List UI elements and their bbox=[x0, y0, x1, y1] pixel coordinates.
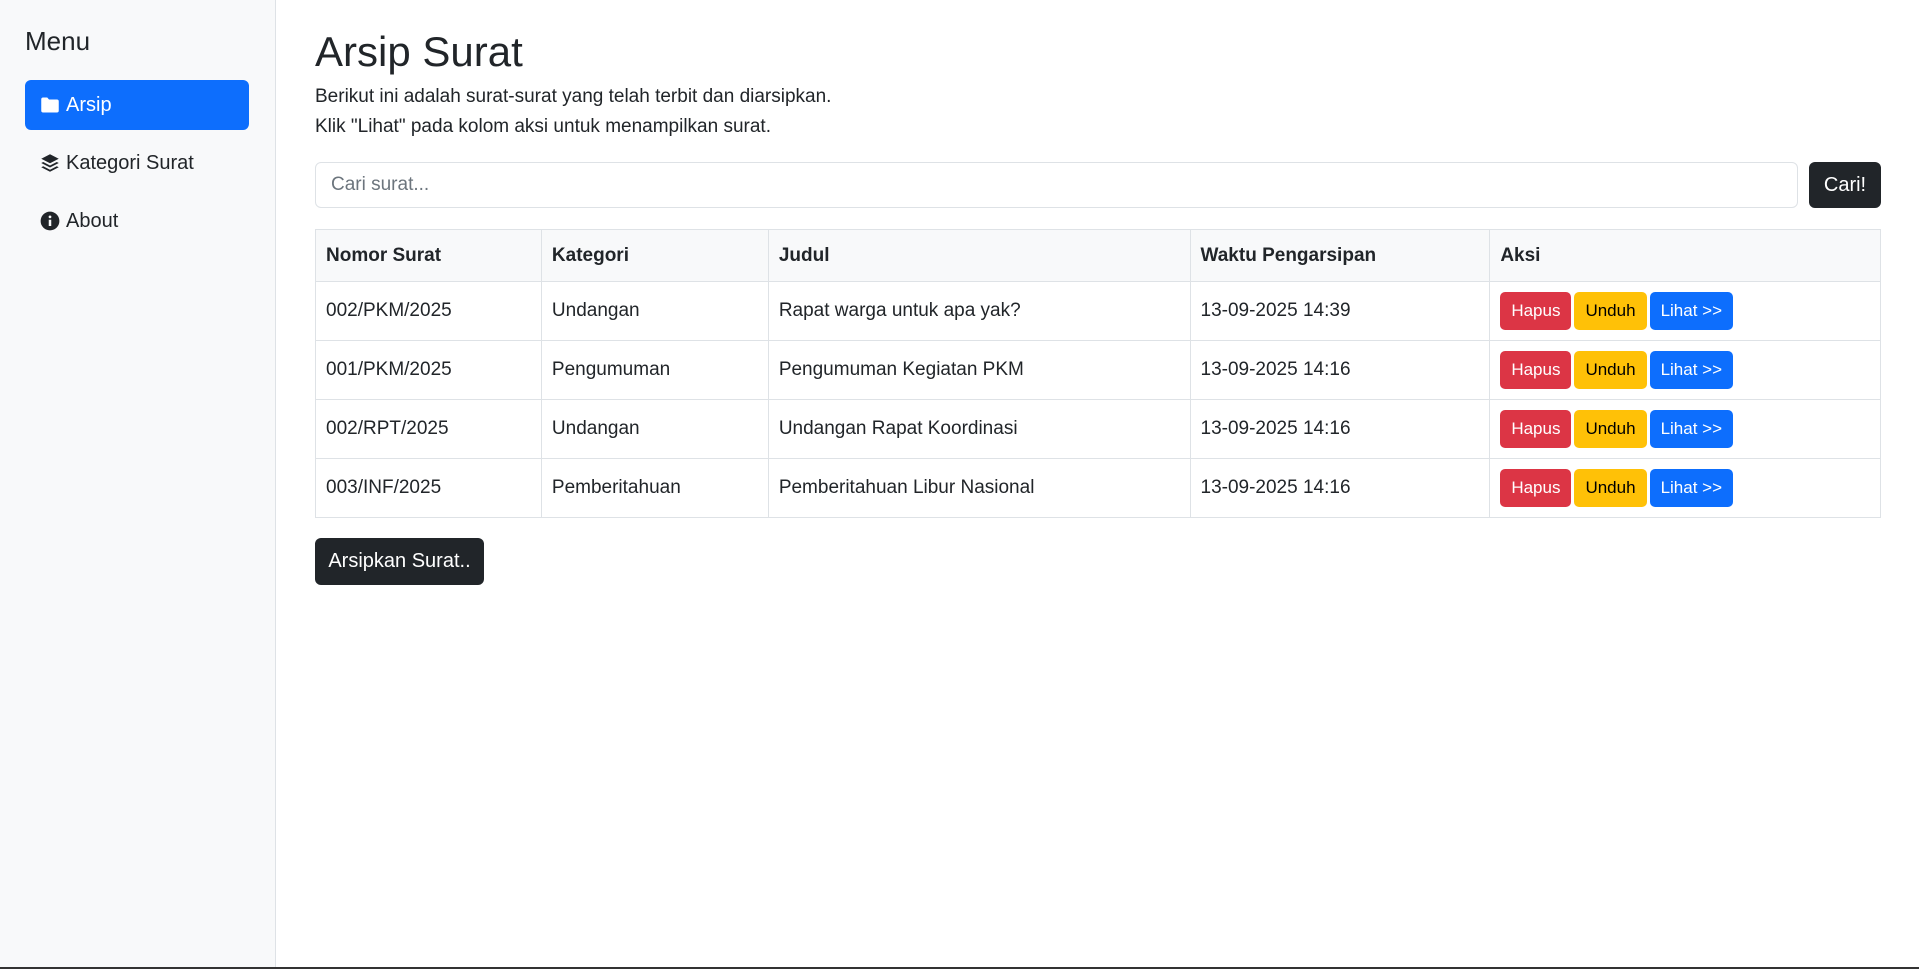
sidebar-item-kategori-surat[interactable]: Kategori Surat bbox=[25, 138, 249, 188]
cell-kategori: Undangan bbox=[540, 399, 769, 459]
layers-icon bbox=[40, 153, 60, 173]
delete-button[interactable]: Hapus bbox=[1500, 469, 1572, 507]
folder-icon bbox=[40, 95, 60, 115]
table-row: 003/INF/2025 Pemberitahuan Pemberitahuan… bbox=[315, 458, 1881, 518]
download-button[interactable]: Unduh bbox=[1574, 351, 1647, 389]
sidebar-title: Menu bbox=[25, 26, 91, 56]
archive-table: Nomor Surat Kategori Judul Waktu Pengars… bbox=[315, 229, 1881, 518]
sidebar: Menu Arsip Kategori Surat About bbox=[0, 0, 276, 967]
column-header-nomor-surat: Nomor Surat bbox=[315, 229, 542, 282]
column-header-judul: Judul bbox=[767, 229, 1191, 282]
column-header-aksi: Aksi bbox=[1489, 229, 1881, 282]
cell-judul: Pemberitahuan Libur Nasional bbox=[767, 458, 1191, 518]
cell-waktu: 13-09-2025 14:16 bbox=[1189, 399, 1491, 459]
download-button[interactable]: Unduh bbox=[1574, 469, 1647, 507]
cell-kategori: Pengumuman bbox=[540, 340, 769, 400]
cell-judul: Pengumuman Kegiatan PKM bbox=[767, 340, 1191, 400]
download-button[interactable]: Unduh bbox=[1574, 292, 1647, 330]
app-root: Menu Arsip Kategori Surat About Arsip Su… bbox=[0, 0, 1919, 969]
table-row: 002/PKM/2025 Undangan Rapat warga untuk … bbox=[315, 281, 1881, 341]
sidebar-item-about[interactable]: About bbox=[25, 196, 249, 246]
delete-button[interactable]: Hapus bbox=[1500, 351, 1572, 389]
cell-nomor-surat: 003/INF/2025 bbox=[315, 458, 542, 518]
page-description: Berikut ini adalah surat-surat yang tela… bbox=[315, 86, 832, 107]
delete-button[interactable]: Hapus bbox=[1500, 292, 1572, 330]
cell-waktu: 13-09-2025 14:16 bbox=[1189, 340, 1491, 400]
cell-nomor-surat: 002/RPT/2025 bbox=[315, 399, 542, 459]
delete-button[interactable]: Hapus bbox=[1500, 410, 1572, 448]
search-button[interactable]: Cari! bbox=[1809, 162, 1881, 208]
cell-aksi: Hapus Unduh Lihat >> bbox=[1489, 458, 1881, 518]
cell-kategori: Pemberitahuan bbox=[540, 458, 769, 518]
view-button[interactable]: Lihat >> bbox=[1649, 469, 1734, 507]
cell-judul: Rapat warga untuk apa yak? bbox=[767, 281, 1191, 341]
cell-aksi: Hapus Unduh Lihat >> bbox=[1489, 281, 1881, 341]
sidebar-item-label: About bbox=[66, 209, 119, 232]
cell-waktu: 13-09-2025 14:16 bbox=[1189, 458, 1491, 518]
view-button[interactable]: Lihat >> bbox=[1649, 351, 1734, 389]
column-header-waktu-pengarsipan: Waktu Pengarsipan bbox=[1189, 229, 1491, 282]
table-row: 001/PKM/2025 Pengumuman Pengumuman Kegia… bbox=[315, 340, 1881, 400]
cell-aksi: Hapus Unduh Lihat >> bbox=[1489, 399, 1881, 459]
page-title: Arsip Surat bbox=[315, 28, 523, 75]
sidebar-item-label: Kategori Surat bbox=[66, 151, 194, 174]
view-button[interactable]: Lihat >> bbox=[1649, 410, 1734, 448]
column-header-kategori: Kategori bbox=[540, 229, 769, 282]
view-button[interactable]: Lihat >> bbox=[1649, 292, 1734, 330]
archive-letter-button[interactable]: Arsipkan Surat.. bbox=[315, 538, 484, 585]
page-instruction: Klik "Lihat" pada kolom aksi untuk menam… bbox=[315, 116, 771, 137]
cell-aksi: Hapus Unduh Lihat >> bbox=[1489, 340, 1881, 400]
sidebar-item-arsip[interactable]: Arsip bbox=[25, 80, 249, 130]
info-circle-icon bbox=[40, 211, 60, 231]
table-header-row: Nomor Surat Kategori Judul Waktu Pengars… bbox=[315, 229, 1881, 282]
table-row: 002/RPT/2025 Undangan Undangan Rapat Koo… bbox=[315, 399, 1881, 459]
sidebar-item-label: Arsip bbox=[66, 93, 112, 116]
search-input[interactable] bbox=[315, 162, 1798, 208]
cell-nomor-surat: 002/PKM/2025 bbox=[315, 281, 542, 341]
cell-waktu: 13-09-2025 14:39 bbox=[1189, 281, 1491, 341]
cell-judul: Undangan Rapat Koordinasi bbox=[767, 399, 1191, 459]
download-button[interactable]: Unduh bbox=[1574, 410, 1647, 448]
cell-nomor-surat: 001/PKM/2025 bbox=[315, 340, 542, 400]
cell-kategori: Undangan bbox=[540, 281, 769, 341]
